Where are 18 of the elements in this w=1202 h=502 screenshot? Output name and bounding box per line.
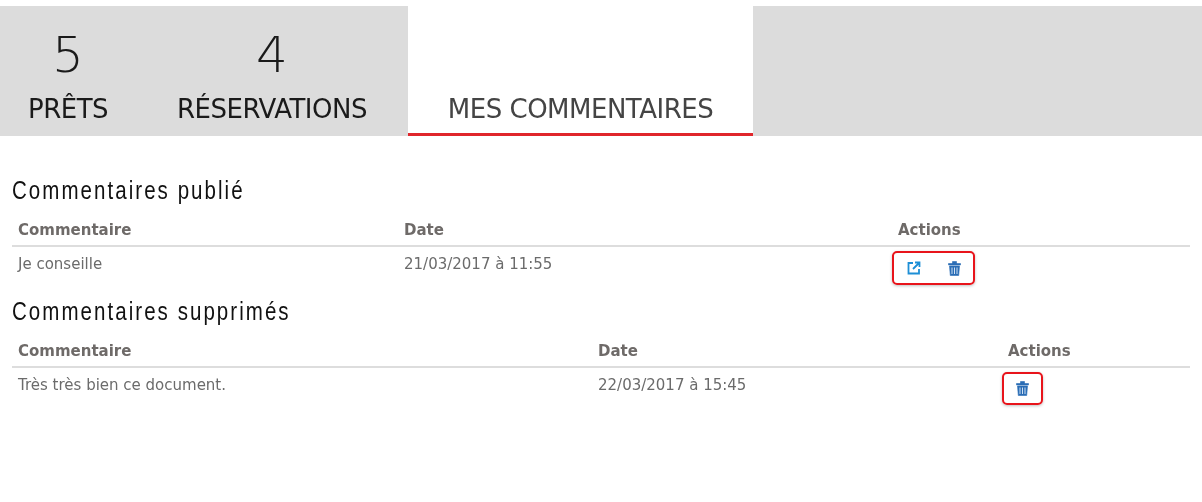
trash-icon[interactable] [948, 260, 961, 276]
table-cell-text: Je conseille [16, 254, 104, 275]
section-title: Commentaires publié [12, 176, 246, 205]
column-header: Date [398, 213, 892, 247]
tab[interactable]: 4 RÉSERVATIONS [136, 6, 408, 136]
table-cell-text: 21/03/2017 à 11:55 [403, 254, 554, 275]
tab[interactable]: MES COMMENTAIRES [408, 6, 753, 136]
table-cell-text: Très très bien ce document. [17, 375, 228, 396]
external-link-icon[interactable] [906, 260, 922, 276]
column-header: Actions [1002, 334, 1190, 368]
column-header: Actions [892, 213, 1190, 247]
column-header: Date [592, 334, 1002, 368]
column-header: Commentaire [12, 213, 398, 247]
section-title: Commentaires supprimés [12, 297, 292, 326]
tab[interactable]: 5 PRÊTS [0, 6, 136, 136]
column-header: Commentaire [12, 334, 592, 368]
table-cell-text: 22/03/2017 à 15:45 [597, 375, 748, 396]
trash-icon[interactable] [1016, 381, 1029, 396]
